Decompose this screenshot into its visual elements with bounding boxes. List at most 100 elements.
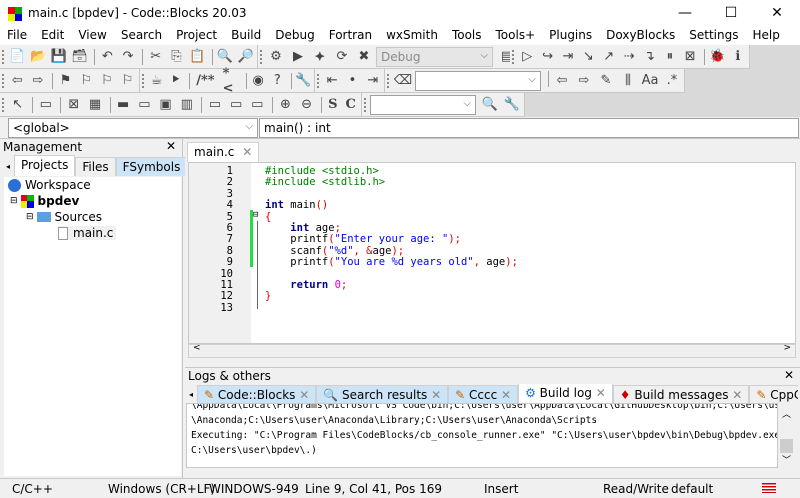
menu-search[interactable]: Search [114,27,169,46]
settings-wrench-icon[interactable]: 🔧 [502,95,522,115]
editor-tab-main-c[interactable]: main.c ✕ [187,142,260,162]
zoom-in-icon[interactable]: ⊕ [276,95,295,115]
menu-debug[interactable]: Debug [268,27,321,46]
debug-start-icon[interactable]: ▷ [518,47,536,67]
menu-project[interactable]: Project [169,27,224,46]
replace-icon[interactable]: 🔎 [236,47,255,67]
find-icon[interactable]: 🔍 [216,47,235,67]
scroll-up-icon[interactable]: ︿ [782,407,791,420]
menu-help[interactable]: Help [745,27,786,46]
back-icon[interactable]: ⇦ [8,71,27,91]
close-button[interactable]: ✕ [754,0,800,27]
forward-icon[interactable]: ⇨ [29,71,48,91]
panel3-icon[interactable]: ▣ [156,95,175,115]
close-tab-icon[interactable]: ✕ [728,388,742,402]
tag-icon[interactable]: ⌫ [393,71,413,91]
horizontal-scrollbar[interactable]: < > [188,343,796,358]
bookmark-clear-icon[interactable]: ⚐ [118,71,137,91]
scope-select[interactable]: <global> ⌵ [8,118,258,138]
build-target-select[interactable]: Debug ⌵ [376,46,493,67]
step-into-instruction-icon[interactable]: ↴ [640,47,658,67]
copy-icon[interactable]: ⎘ [167,47,186,67]
new-file-icon[interactable]: 📄 [8,47,27,67]
menu-tools[interactable]: Tools+ [489,27,543,46]
next-line-icon[interactable]: ⇥ [559,47,577,67]
s-label[interactable]: S [325,95,340,115]
grid-icon[interactable]: ▦ [85,95,104,115]
c-label[interactable]: C [343,95,359,115]
menu-build[interactable]: Build [224,27,268,46]
zoom-out-icon[interactable]: ⊖ [297,95,316,115]
cut-icon[interactable]: ✂ [146,47,165,67]
regex-icon[interactable]: .* [662,71,682,91]
menu-settings[interactable]: Settings [682,27,745,46]
incremental-search-input[interactable]: ⌵ [415,70,541,91]
cccc-tab[interactable]: ✎ Cccc ✕ [448,385,519,404]
menu-fortran[interactable]: Fortran [322,27,379,46]
scroll-thumb[interactable] [780,439,793,453]
extract-docs-icon[interactable]: ⯈ [167,71,184,91]
maximize-button[interactable]: ☐ [708,0,754,27]
open-icon[interactable]: 📂 [29,47,48,67]
bookmark-next-icon[interactable]: ⚐ [98,71,117,91]
code-editor[interactable]: ⊟ 1 #include <stdio.h> 2 #include <stdlib.h… [188,162,796,344]
menu-edit[interactable]: Edit [34,27,71,46]
info-icon[interactable]: ℹ [729,47,747,67]
build-run-icon[interactable]: ⯌ [310,47,330,67]
scroll-right-icon[interactable]: > [783,343,791,353]
panel1-icon[interactable]: ▬ [114,95,133,115]
redo-icon[interactable]: ↷ [119,47,138,67]
stop-debug-icon[interactable]: ⊠ [681,47,699,67]
vertical-scrollbar[interactable]: ︿ ﹀ [778,403,795,468]
close-tab-icon[interactable]: ✕ [295,388,309,402]
build-log-tab[interactable]: ⚙ Build log ✕ [518,384,613,404]
menu-doxyblocks[interactable]: DoxyBlocks [599,27,682,46]
build-messages-tab[interactable]: ♦ Build messages ✕ [612,385,750,404]
panel2-icon[interactable]: ▭ [135,95,154,115]
undo-icon[interactable]: ↶ [98,47,117,67]
close-tab-icon[interactable]: ✕ [592,386,606,400]
match-case-icon[interactable]: Aa [640,71,660,91]
fold-icon[interactable]: ⊟ [253,210,258,220]
close-tab-icon[interactable]: ✕ [427,388,441,402]
tree-folder-sources[interactable]: ⊟ Sources [26,210,102,224]
tab-fsymbols[interactable]: FSymbols [115,157,188,176]
close-tab-icon[interactable]: ✕ [497,388,511,402]
tab-scroll-left-icon[interactable]: ◂ [2,162,14,176]
menu-plugins[interactable]: Plugins [542,27,599,46]
scroll-down-icon[interactable]: ﹀ [782,453,791,466]
search-back-icon[interactable]: ⇦ [552,71,572,91]
block-comment-label[interactable]: /** [193,71,217,91]
tab-files[interactable]: Files [75,157,116,176]
next-instruction-icon[interactable]: ⇢ [620,47,638,67]
save-icon[interactable]: 💾 [50,47,69,67]
static-box-icon[interactable]: ⊠ [64,95,83,115]
close-tab-icon[interactable]: ✕ [242,145,252,159]
menu-view[interactable]: View [71,27,113,46]
line-comment-label[interactable]: *< [220,66,241,96]
code-blocks-tab[interactable]: ✎ Code::Blocks ✕ [197,385,317,404]
menu-tools[interactable]: Tools [445,27,489,46]
pointer-icon[interactable]: ↖ [8,95,27,115]
tree-file-main-c[interactable]: main.c [58,226,117,240]
sizer1-icon[interactable]: ▭ [205,95,224,115]
frame-icon[interactable]: ▭ [36,95,55,115]
step-out-icon[interactable]: ↗ [600,47,618,67]
sizer2-icon[interactable]: ▭ [227,95,246,115]
paste-icon[interactable]: 📋 [188,47,207,67]
doxywizard-icon[interactable]: ☕ [148,71,165,91]
step-into-icon[interactable]: ↘ [579,47,597,67]
jump-prev-icon[interactable]: ⇤ [323,71,341,91]
tab-projects[interactable]: Projects [14,155,76,176]
cppcheck-tab[interactable]: ✎ CppCheck/Vera++ [749,385,798,404]
highlight-icon[interactable]: ✎ [596,71,616,91]
tab-scroll-left-icon[interactable]: ◂ [185,390,197,404]
close-panel-icon[interactable]: ✕ [784,368,794,382]
selected-text-icon[interactable]: ⫼ [618,71,638,91]
jump-dot-icon[interactable]: • [343,71,361,91]
collapse-icon[interactable]: ⊟ [26,212,34,222]
debug-windows-icon[interactable]: 🐞 [708,47,726,67]
menu-file[interactable]: File [0,27,34,46]
run-icon[interactable]: ▶ [288,47,308,67]
build-icon[interactable]: ⚙ [266,47,286,67]
